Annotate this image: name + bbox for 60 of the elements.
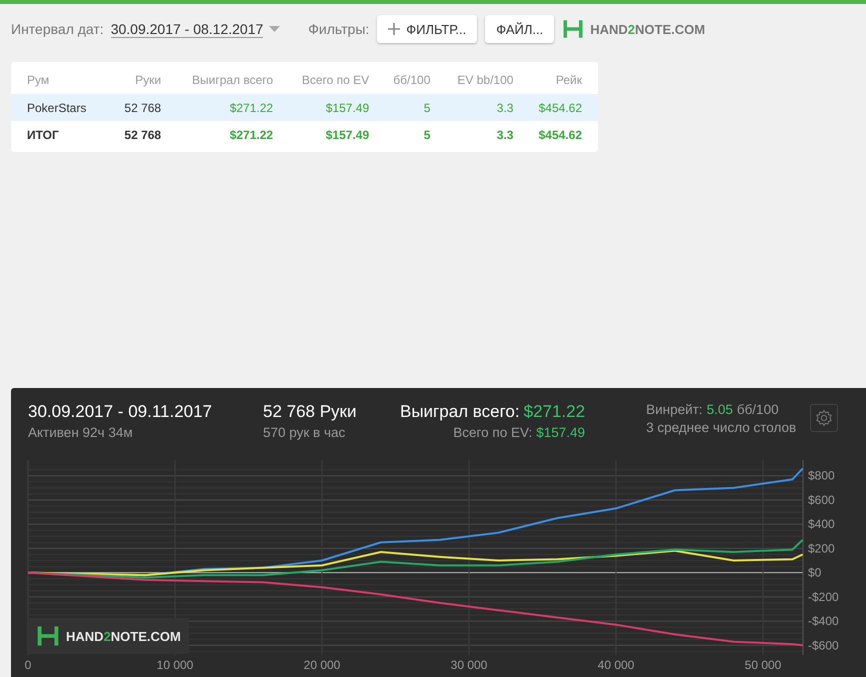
table-cell: $157.49 <box>289 94 386 121</box>
column-header[interactable]: EV bb/100 <box>446 65 530 94</box>
axis-label: $200 <box>808 541 835 556</box>
axis-label: 10 000 <box>156 658 194 672</box>
winrate-unit: бб/100 <box>736 402 779 417</box>
active-time: Активен 92ч 34м <box>28 425 134 440</box>
column-header[interactable]: Всего по EV <box>289 65 386 94</box>
table-cell: $157.49 <box>289 121 386 148</box>
file-button[interactable]: ФАЙЛ... <box>485 15 554 43</box>
won-value: $271.22 <box>524 402 586 422</box>
column-header[interactable]: Рейк <box>529 65 598 94</box>
table-cell: $271.22 <box>177 94 290 121</box>
table-cell: $454.62 <box>529 94 598 121</box>
caret-icon[interactable] <box>269 26 280 32</box>
table-cell: $454.62 <box>529 121 598 148</box>
won-label: Выиграл всего: <box>400 402 520 422</box>
table-cell: 52 768 <box>116 121 178 148</box>
column-header[interactable]: Руки <box>116 65 178 94</box>
ev-value: $157.49 <box>536 425 586 440</box>
column-header[interactable]: бб/100 <box>385 65 446 94</box>
column-header[interactable]: Рум <box>11 65 116 94</box>
date-label: Интервал дат: <box>11 21 104 37</box>
table-cell: 5 <box>385 121 446 148</box>
table-cell: 3.3 <box>446 94 530 121</box>
axis-label: -$600 <box>808 638 839 652</box>
axis-label: $800 <box>808 468 835 483</box>
logo-icon <box>562 18 584 40</box>
table-cell: 52 768 <box>116 94 178 121</box>
ev-label: Всего по EV: <box>453 425 532 440</box>
logo-text: HAND2NOTE.COM <box>66 628 181 644</box>
axis-label: $400 <box>808 517 835 532</box>
table-cell: 3.3 <box>446 121 530 148</box>
hands-count: 52 768 Руки <box>263 402 358 422</box>
add-filter-button[interactable]: ФИЛЬТР... <box>377 15 478 43</box>
table-cell: $271.22 <box>177 121 290 148</box>
logo-text: HAND2NOTE.COM <box>590 22 706 36</box>
winrate-value: 5.05 <box>706 402 733 417</box>
tables-average: 3 среднее число столов <box>646 420 796 435</box>
axis-label: 40 000 <box>598 658 634 672</box>
axis-label: 0 <box>24 658 32 672</box>
axis-label: 20 000 <box>304 658 340 672</box>
plus-icon <box>388 23 400 35</box>
logo-icon <box>36 624 60 648</box>
table-cell: 5 <box>385 94 446 121</box>
table-cell: ИТОГ <box>11 121 116 148</box>
period-title: 30.09.2017 - 09.11.2017 <box>28 402 214 422</box>
axis-label: 50 000 <box>744 658 782 672</box>
date-range-dropdown[interactable]: 30.09.2017 - 08.12.2017 <box>110 20 264 38</box>
winrate-label: Винрейт: <box>646 402 703 417</box>
axis-label: -$200 <box>808 590 839 604</box>
settings-icon <box>815 409 834 427</box>
axis-label: 30 000 <box>450 658 488 672</box>
filters-label: Фильтры: <box>308 21 370 37</box>
hands-per-hour: 570 рук в час <box>263 425 346 440</box>
axis-label: $0 <box>808 566 822 580</box>
table-cell: PokerStars <box>11 94 116 121</box>
column-header[interactable]: Выиграл всего <box>177 65 290 94</box>
axis-label: -$400 <box>808 614 839 628</box>
settings-button[interactable] <box>810 404 838 432</box>
axis-label: $600 <box>808 492 835 507</box>
